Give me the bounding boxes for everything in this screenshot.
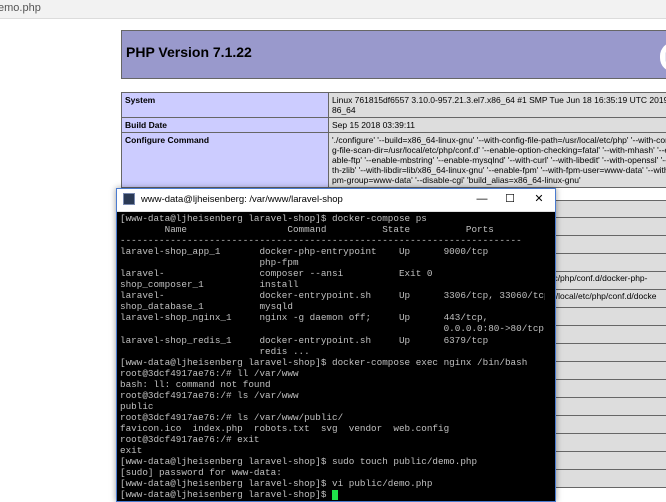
terminal-line: root@3dcf4917ae76:/# ls /var/www <box>120 390 545 401</box>
partial-row: /etc/php/conf.d/docker-php- <box>540 272 666 290</box>
terminal-line: 0.0.0.0:80->80/tcp <box>120 323 545 334</box>
row-value: Sep 15 2018 03:39:11 <box>329 118 666 133</box>
partial-row: usr/local/etc/php/conf.d/docke <box>540 290 666 308</box>
partial-row <box>540 254 666 272</box>
partial-row <box>540 470 666 488</box>
terminal-line: laravel-shop_nginx_1 nginx -g daemon off… <box>120 312 545 323</box>
partial-row <box>540 326 666 344</box>
partial-row <box>540 452 666 470</box>
row-value: Linux 761815df6557 3.10.0-957.21.3.el7.x… <box>329 93 666 118</box>
terminal-output[interactable]: [www-data@ljheisenberg laravel-shop]$ do… <box>120 213 545 501</box>
terminal-line: redis ... <box>120 346 545 357</box>
terminal-line: [www-data@ljheisenberg laravel-shop]$ do… <box>120 357 545 368</box>
terminal-line: laravel-shop_redis_1 docker-entrypoint.s… <box>120 335 545 346</box>
terminal-line: Name Command State Ports <box>120 224 545 235</box>
terminal-line: root@3dcf4917ae76:/# exit <box>120 434 545 445</box>
table-row: System Linux 761815df6557 3.10.0-957.21.… <box>122 93 666 118</box>
phpinfo-header: PHP Version 7.1.22 p <box>121 30 666 79</box>
url-text: emo.php <box>0 2 41 14</box>
row-key: Build Date <box>122 118 329 133</box>
table-row: Build Date Sep 15 2018 03:39:11 <box>122 118 666 133</box>
terminal-line: shop_composer_1 install <box>120 279 545 290</box>
terminal-line: [www-data@ljheisenberg laravel-shop]$ vi… <box>120 478 545 489</box>
terminal-line: [www-data@ljheisenberg laravel-shop]$ do… <box>120 213 545 224</box>
maximize-button[interactable]: ☐ <box>501 191 519 207</box>
terminal-line: root@3dcf4917ae76:/# ls /var/www/public/ <box>120 412 545 423</box>
terminal-line: laravel-shop_app_1 docker-php-entrypoint… <box>120 246 545 257</box>
terminal-cursor <box>332 490 338 500</box>
page-title: PHP Version 7.1.22 <box>126 44 252 60</box>
terminal-line: exit <box>120 445 545 456</box>
partial-row <box>540 434 666 452</box>
terminal-line: ----------------------------------------… <box>120 235 545 246</box>
row-key: System <box>122 93 329 118</box>
row-value: './configure' '--build=x86_64-linux-gnu'… <box>329 133 666 188</box>
partial-row <box>540 416 666 434</box>
phpinfo-page: PHP Version 7.1.22 p <box>121 30 666 79</box>
row-key: Configure Command <box>122 133 329 188</box>
terminal-line: php-fpm <box>120 257 545 268</box>
terminal-scrollbar[interactable] <box>547 212 555 501</box>
terminal-title: www-data@ljheisenberg: /var/www/laravel-… <box>141 194 343 205</box>
phpinfo-partial-rows: /etc/php/conf.d/docker-php-usr/local/etc… <box>540 200 666 488</box>
terminal-line: [sudo] password for www-data: <box>120 467 545 478</box>
terminal-line: bash: ll: command not found <box>120 379 545 390</box>
partial-row <box>540 200 666 218</box>
partial-row <box>540 398 666 416</box>
partial-row <box>540 236 666 254</box>
php-logo-icon: p <box>660 42 666 72</box>
terminal-window[interactable]: www-data@ljheisenberg: /var/www/laravel-… <box>116 188 556 502</box>
terminal-line: [www-data@ljheisenberg laravel-shop]$ su… <box>120 456 545 467</box>
partial-row <box>540 362 666 380</box>
terminal-line: shop_database_1 mysqld <box>120 301 545 312</box>
terminal-line: laravel- composer --ansi Exit 0 <box>120 268 545 279</box>
partial-row <box>540 344 666 362</box>
minimize-button[interactable]: — <box>473 191 491 207</box>
terminal-line: public <box>120 401 545 412</box>
table-row: Configure Command './configure' '--build… <box>122 133 666 188</box>
terminal-line: [www-data@ljheisenberg laravel-shop]$ <box>120 489 545 500</box>
partial-row <box>540 218 666 236</box>
close-button[interactable]: ✕ <box>530 191 548 207</box>
putty-icon[interactable] <box>123 193 135 205</box>
terminal-line: laravel- docker-entrypoint.sh Up 3306/tc… <box>120 290 545 301</box>
partial-row <box>540 308 666 326</box>
phpinfo-table: System Linux 761815df6557 3.10.0-957.21.… <box>121 92 666 188</box>
terminal-line: favicon.ico index.php robots.txt svg ven… <box>120 423 545 434</box>
browser-address-bar[interactable]: emo.php <box>0 0 666 19</box>
partial-row <box>540 380 666 398</box>
terminal-line: root@3dcf4917ae76:/# ll /var/www <box>120 368 545 379</box>
terminal-titlebar[interactable]: www-data@ljheisenberg: /var/www/laravel-… <box>117 189 555 212</box>
